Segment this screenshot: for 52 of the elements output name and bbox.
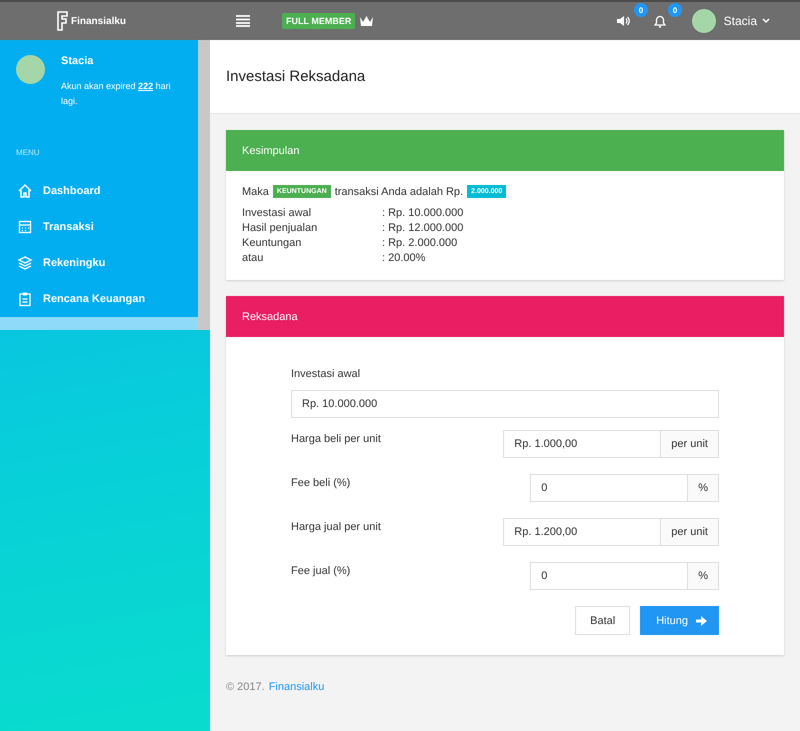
summary-label: Keuntungan — [242, 236, 302, 251]
field-label: Fee beli (%) — [291, 476, 350, 491]
input-field[interactable]: 0 — [530, 562, 688, 590]
calculate-button[interactable]: Hitung — [640, 606, 719, 635]
layers-icon — [17, 255, 33, 271]
notification-count: 0 — [634, 3, 648, 17]
field-label: Harga beli per unit — [291, 432, 381, 447]
crown-icon — [359, 15, 374, 27]
menu-heading: MENU — [15, 147, 41, 159]
user-name: Stacia — [61, 55, 94, 67]
summary-value: : Rp. 2.000.000 — [382, 236, 458, 251]
menu-icon[interactable] — [236, 15, 250, 27]
member-badge: FULL MEMBER — [282, 13, 356, 29]
summary-value: : Rp. 12.000.000 — [382, 221, 464, 236]
input-field[interactable]: 0 — [530, 474, 688, 502]
card-title: Reksadana — [242, 310, 298, 322]
input-addon: per unit — [661, 518, 719, 546]
input-field[interactable]: Rp. 1.200,00 — [503, 518, 662, 546]
input-field[interactable]: Rp. 10.000.000 — [291, 390, 719, 418]
summary-label: atau — [242, 251, 264, 266]
summary-text: Maka — [242, 186, 269, 198]
clipboard-icon — [17, 291, 33, 307]
user-menu[interactable]: Stacia — [716, 14, 762, 28]
chevron-down-icon — [762, 18, 770, 24]
speaker-icon[interactable] — [616, 15, 630, 27]
bell-icon[interactable] — [654, 14, 666, 28]
summary-value: : Rp. 10.000.000 — [382, 206, 464, 221]
field-label: Investasi awal — [291, 367, 362, 380]
input-field[interactable]: Rp. 1.000,00 — [503, 430, 662, 458]
avatar[interactable] — [692, 9, 716, 33]
arrow-right-icon — [696, 616, 707, 626]
footer-link[interactable]: Finansialku — [268, 681, 324, 693]
field-label: Harga jual per unit — [291, 520, 381, 535]
logo-icon — [56, 11, 68, 31]
field-label: Fee jual (%) — [291, 564, 350, 579]
calendar-icon — [17, 219, 33, 235]
input-addon: % — [688, 562, 719, 590]
home-icon — [17, 183, 33, 199]
input-addon: per unit — [661, 430, 719, 458]
card-title: Kesimpulan — [242, 144, 300, 156]
input-addon: % — [688, 474, 719, 502]
cancel-button[interactable]: Batal — [575, 606, 630, 635]
expiry-text: Akun akan expired 222 hari lagi. — [61, 80, 172, 108]
copyright-text: © 2017. — [226, 681, 265, 693]
summary-value: : 20.00% — [382, 251, 426, 266]
summary-text: transaksi Anda adalah Rp. — [334, 186, 464, 198]
summary-label: Investasi awal — [242, 206, 312, 221]
logo-text: Finansialku — [71, 16, 126, 26]
summary-label: Hasil penjualan — [242, 221, 318, 236]
avatar — [16, 55, 45, 84]
notification-count: 0 — [668, 3, 682, 17]
page-title: Investasi Reksadana — [226, 68, 366, 85]
